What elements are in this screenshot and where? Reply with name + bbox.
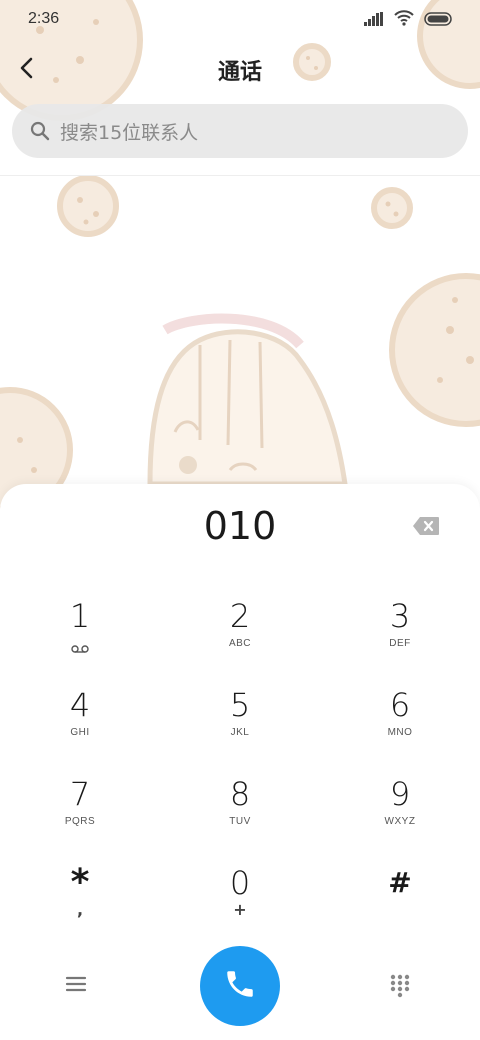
status-icons [364, 10, 454, 30]
key-letters: JKL [230, 727, 250, 738]
menu-button[interactable] [64, 974, 92, 998]
key-digit: 2 [229, 597, 251, 635]
key-letters: TUV [229, 816, 251, 827]
key-digit: 4 [69, 686, 91, 724]
status-time: 2:36 [28, 10, 60, 27]
wifi-icon [394, 10, 414, 30]
key-star[interactable]: * , [20, 863, 140, 943]
key-digit: * [70, 862, 90, 903]
key-digit: 8 [229, 775, 251, 813]
key-7[interactable]: 7 PQRS [20, 774, 140, 854]
key-letters: MNO [387, 727, 413, 738]
key-letters: PQRS [64, 816, 96, 827]
key-letters: , [76, 900, 84, 919]
key-letters: + [233, 900, 247, 919]
battery-icon [424, 11, 454, 30]
key-6[interactable]: 6 MNO [340, 685, 460, 765]
dialpad-actions [0, 946, 480, 1026]
key-letters: DEF [389, 638, 411, 649]
key-digit: 0 [229, 864, 251, 902]
key-5[interactable]: 5 JKL [180, 685, 300, 765]
key-digit: 6 [389, 686, 411, 724]
key-hash[interactable]: # [340, 863, 460, 943]
divider [0, 175, 480, 176]
dialpad-toggle-button[interactable] [390, 974, 414, 998]
search-icon [30, 121, 50, 141]
backspace-icon [412, 517, 440, 540]
voicemail-icon [71, 638, 89, 657]
call-button[interactable] [200, 946, 280, 1026]
key-letters: WXYZ [384, 816, 416, 827]
phone-icon [223, 967, 257, 1005]
key-9[interactable]: 9 WXYZ [340, 774, 460, 854]
search-placeholder: 搜索15位联系人 [60, 121, 199, 144]
key-digit: 5 [229, 686, 251, 724]
signal-icon [364, 11, 384, 30]
key-0[interactable]: 0 + [180, 863, 300, 943]
key-letters: ABC [228, 638, 252, 649]
menu-icon [64, 976, 88, 998]
key-1[interactable]: 1 [20, 596, 140, 676]
page-title: 通话 [217, 60, 262, 85]
key-3[interactable]: 3 DEF [340, 596, 460, 676]
dialpad-panel: 010 1 2 ABC 3 DEF 4 GHI 5 JKL 6 MNO 7 PQ… [0, 484, 480, 1040]
dialed-number: 010 [203, 504, 277, 548]
key-digit: # [388, 866, 412, 899]
key-digit: 3 [389, 597, 411, 635]
key-digit: 7 [69, 775, 91, 813]
dialpad-icon [390, 974, 410, 1002]
key-digit: 9 [389, 775, 411, 813]
key-4[interactable]: 4 GHI [20, 685, 140, 765]
header: 通话 [0, 44, 480, 96]
key-8[interactable]: 8 TUV [180, 774, 300, 854]
key-letters: GHI [70, 727, 90, 738]
status-bar: 2:36 [0, 0, 480, 40]
key-2[interactable]: 2 ABC [180, 596, 300, 676]
search-bar[interactable]: 搜索15位联系人 [12, 104, 468, 158]
key-digit: 1 [69, 597, 91, 635]
backspace-button[interactable] [412, 516, 442, 538]
